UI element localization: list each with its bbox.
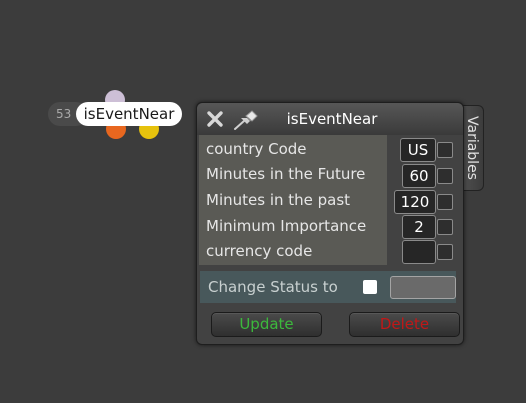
param-value-minutes-future[interactable]: 60 xyxy=(402,164,436,188)
variables-tab[interactable]: Variables xyxy=(461,105,484,191)
param-label-currency-code: currency code xyxy=(206,242,313,260)
change-status-row: Change Status to xyxy=(200,271,456,303)
param-value-minimum-importance[interactable]: 2 xyxy=(402,215,436,239)
param-value-minutes-past[interactable]: 120 xyxy=(394,190,436,214)
delete-button[interactable]: Delete xyxy=(349,312,460,337)
variables-tab-label: Variables xyxy=(464,116,480,180)
param-label-minutes-future: Minutes in the Future xyxy=(206,165,366,183)
param-checkbox-currency-code[interactable] xyxy=(437,244,453,260)
param-checkbox-minutes-future[interactable] xyxy=(437,168,453,184)
panel-title: isEventNear xyxy=(286,110,378,128)
node-settings-panel: isEventNear country Code US Minutes in t… xyxy=(196,102,464,345)
panel-titlebar[interactable]: isEventNear xyxy=(197,103,463,135)
event-node[interactable]: 53 isEventNear xyxy=(48,90,184,139)
change-status-label: Change Status to xyxy=(208,278,338,296)
param-checkbox-country-code[interactable] xyxy=(437,142,453,158)
close-icon[interactable] xyxy=(206,110,224,128)
update-button[interactable]: Update xyxy=(211,312,322,337)
change-status-checkbox[interactable] xyxy=(363,280,377,294)
param-value-country-code[interactable]: US xyxy=(400,138,436,162)
param-label-minutes-past: Minutes in the past xyxy=(206,191,351,209)
param-label-minimum-importance: Minimum Importance xyxy=(206,217,367,235)
pin-icon[interactable] xyxy=(231,108,261,132)
param-checkbox-minutes-past[interactable] xyxy=(437,194,453,210)
param-label-country-code: country Code xyxy=(206,140,307,158)
param-checkbox-minimum-importance[interactable] xyxy=(437,219,453,235)
param-value-currency-code[interactable] xyxy=(402,240,436,264)
node-label[interactable]: isEventNear xyxy=(76,102,182,126)
change-status-select[interactable] xyxy=(390,276,456,299)
